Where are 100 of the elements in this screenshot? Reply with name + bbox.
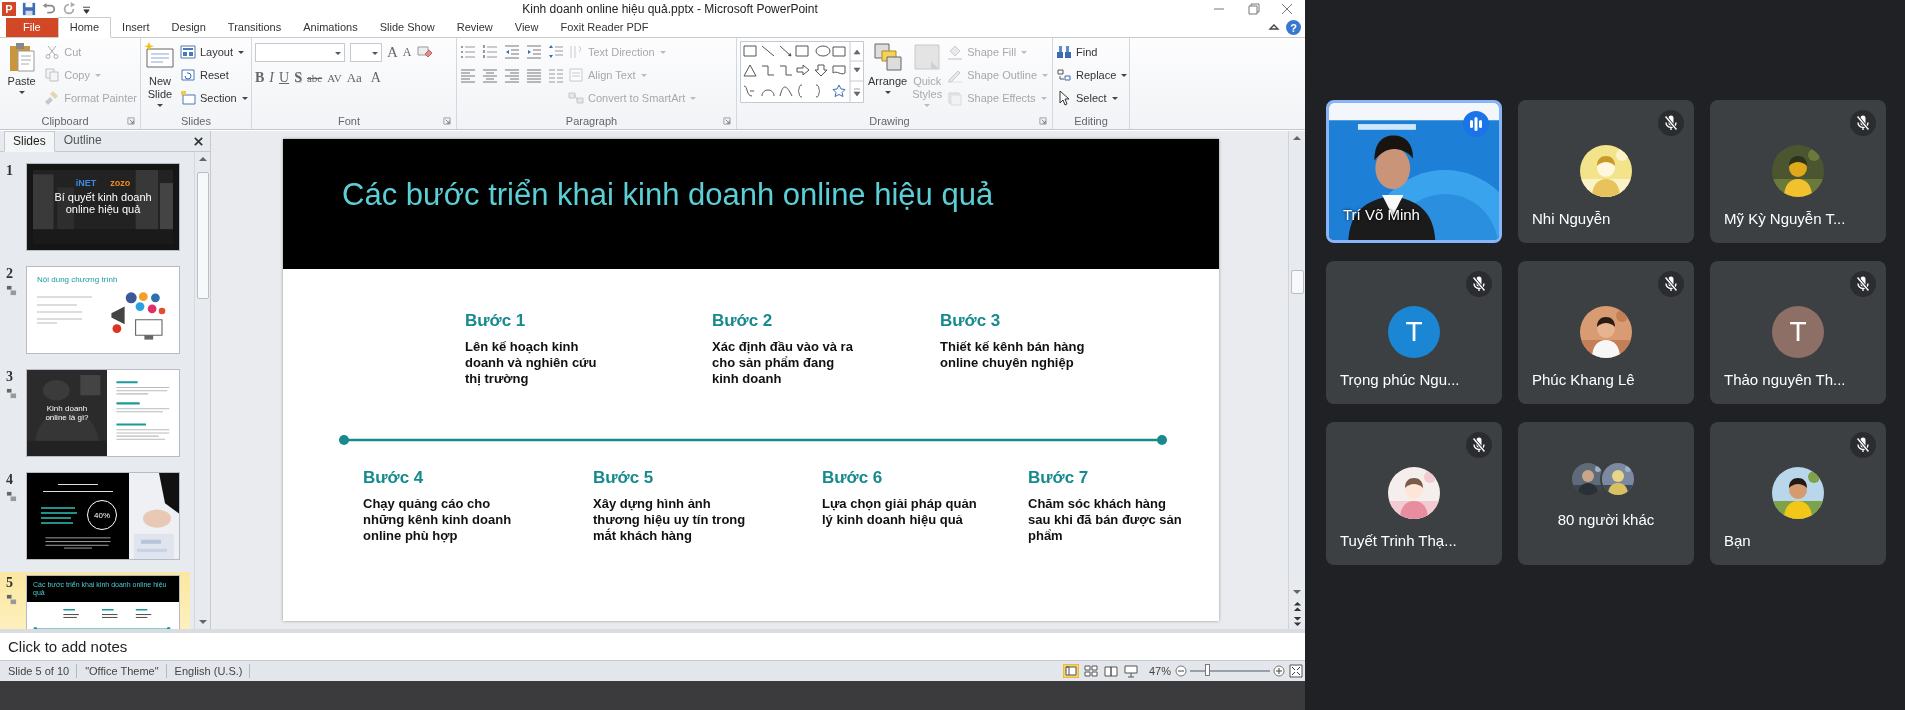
ribbon-button[interactable]: Section	[180, 87, 249, 108]
panel-tab[interactable]: Slides	[4, 131, 55, 152]
scrollbar[interactable]	[1288, 131, 1305, 629]
increase-indent-icon[interactable]	[526, 43, 542, 59]
ribbon-button[interactable]: Find	[1056, 41, 1129, 62]
slide-title: Các bước triển khai kinh doanh online hiệu quả	[342, 177, 994, 213]
thumbnail-item[interactable]: 3 Kinh doanh online là gì?	[0, 366, 190, 460]
ribbon-tab[interactable]: Insert	[111, 18, 161, 37]
font-name-field[interactable]	[255, 43, 345, 62]
font-size-field[interactable]	[350, 43, 382, 62]
ribbon-button[interactable]: Layout	[180, 41, 249, 62]
avatar: T	[1772, 306, 1824, 358]
slide-sorter-icon[interactable]	[1082, 664, 1099, 678]
notes-field[interactable]: Click to add notes	[0, 637, 410, 656]
cursor-icon	[1056, 89, 1072, 106]
thumbnail-item[interactable]: 4 40%	[0, 469, 190, 563]
bullets-icon[interactable]	[460, 43, 476, 59]
ribbon-tab[interactable]: Review	[445, 18, 504, 37]
ribbon-button[interactable]: Reset	[180, 64, 249, 85]
caret-icon	[883, 88, 892, 96]
previous-slide-icon[interactable]	[1291, 600, 1303, 613]
app-logo[interactable]: P	[2, 1, 16, 16]
format-button[interactable]: A	[370, 70, 381, 86]
language-indicator[interactable]: English (U.S.)	[166, 664, 251, 678]
scroll-up-icon[interactable]	[1291, 133, 1303, 143]
dialog-launcher-icon[interactable]	[127, 117, 135, 125]
scroll-down-icon[interactable]	[1291, 587, 1303, 597]
next-slide-icon[interactable]	[1291, 615, 1303, 628]
close-icon[interactable]	[193, 136, 204, 147]
dialog-launcher-icon[interactable]	[723, 117, 731, 125]
shape-gallery[interactable]	[740, 41, 864, 103]
text-direction-icon	[568, 43, 584, 60]
avatar: T	[1388, 306, 1440, 358]
zoom-in-icon[interactable]	[1273, 665, 1285, 677]
decrease-indent-icon[interactable]	[504, 43, 520, 59]
group-label: Font	[338, 115, 360, 127]
format-button[interactable]: U	[279, 70, 290, 86]
format-button[interactable]: Aa	[346, 70, 362, 86]
scroll-thumb[interactable]	[1290, 270, 1304, 294]
smartart-icon	[568, 89, 584, 106]
align-left-icon[interactable]	[460, 67, 476, 83]
ribbon-button[interactable]: Select	[1056, 87, 1129, 108]
step-text: Xác định đầu vào và ra cho sản phẩm đang kinh doanh	[712, 339, 854, 387]
scroll-thumb[interactable]	[196, 172, 209, 299]
theme-name: "Office Theme"	[77, 664, 167, 678]
slide-number: 2	[6, 266, 13, 282]
file-tab[interactable]: File	[6, 18, 58, 37]
zoom-out-icon[interactable]	[1175, 665, 1187, 677]
format-button[interactable]: AV	[327, 70, 342, 86]
step-text: Lên kế hoạch kinh doanh và nghiên cứu thị trường	[465, 339, 598, 387]
undo-icon[interactable]	[42, 1, 56, 16]
group-label: Drawing	[869, 115, 910, 127]
format-button[interactable]: B	[255, 70, 265, 86]
numbering-icon[interactable]	[482, 43, 498, 59]
binoculars-icon	[1056, 43, 1072, 60]
text-lines-drawing	[39, 505, 79, 525]
others-count[interactable]: 80 người khác	[1557, 511, 1655, 528]
fit-to-window-icon[interactable]	[1289, 664, 1303, 678]
panel-tab[interactable]: Outline	[54, 130, 111, 151]
ribbon-button[interactable]: New Slide	[144, 41, 176, 113]
align-right-icon[interactable]	[504, 67, 520, 83]
help-button[interactable]: ?	[1286, 20, 1301, 35]
ribbon-tab[interactable]: Slide Show	[368, 18, 446, 37]
ribbon-tab[interactable]: View	[503, 18, 550, 37]
copy-icon	[44, 66, 61, 83]
replace-icon	[1056, 66, 1072, 83]
ribbon-tab[interactable]: Home	[57, 17, 112, 38]
format-button[interactable]: abc	[306, 70, 323, 86]
format-button[interactable]: I	[269, 70, 274, 86]
save-icon[interactable]	[22, 1, 36, 16]
align-center-icon[interactable]	[482, 67, 498, 83]
grow-font-button[interactable]: A	[387, 44, 398, 61]
zoom-level[interactable]: 47%	[1148, 665, 1171, 677]
logo-text: zozo	[110, 178, 131, 188]
reading-view-icon[interactable]	[1102, 664, 1119, 678]
ribbon-tab[interactable]: Design	[160, 18, 217, 37]
scrollbar[interactable]	[194, 152, 210, 629]
step-heading: Bước 7	[1028, 468, 1090, 488]
step-heading: Bước 1	[465, 311, 527, 331]
participant-name: Thảo nguyên Th...	[1724, 371, 1846, 388]
format-button[interactable]: S	[294, 70, 302, 86]
ribbon-tab[interactable]: Transitions	[216, 18, 293, 37]
justify-icon[interactable]	[526, 67, 542, 83]
redo-icon[interactable]	[62, 1, 76, 16]
dialog-launcher-icon[interactable]	[1039, 117, 1047, 125]
ribbon-button[interactable]: Replace	[1056, 64, 1129, 85]
ribbon-tab[interactable]: Foxit Reader PDF	[549, 18, 660, 37]
ribbon-tab[interactable]: Animations	[292, 18, 369, 37]
ribbon-button[interactable]: Arrange	[868, 41, 908, 113]
thumbnail-item[interactable]: 2 Nội dung chương trình	[0, 263, 190, 357]
shrink-font-button[interactable]: A	[402, 45, 412, 60]
step-text: Thiết kế kênh bán hàng online chuyên nghiệp	[940, 339, 1086, 371]
dialog-launcher-icon[interactable]	[443, 117, 451, 125]
participant-name: Tuyết Trinh Thạ...	[1340, 532, 1457, 549]
thumbnail-item[interactable]: 1 iNET zozo Bí quyết kinh doanh online hiệu quả	[0, 160, 190, 254]
group-label: Editing	[1074, 115, 1108, 127]
ribbon-button[interactable]: Paste	[3, 41, 41, 113]
normal-view-icon[interactable]	[1062, 664, 1079, 678]
line-spacing-icon[interactable]	[548, 43, 564, 59]
slideshow-icon[interactable]	[1122, 664, 1139, 678]
